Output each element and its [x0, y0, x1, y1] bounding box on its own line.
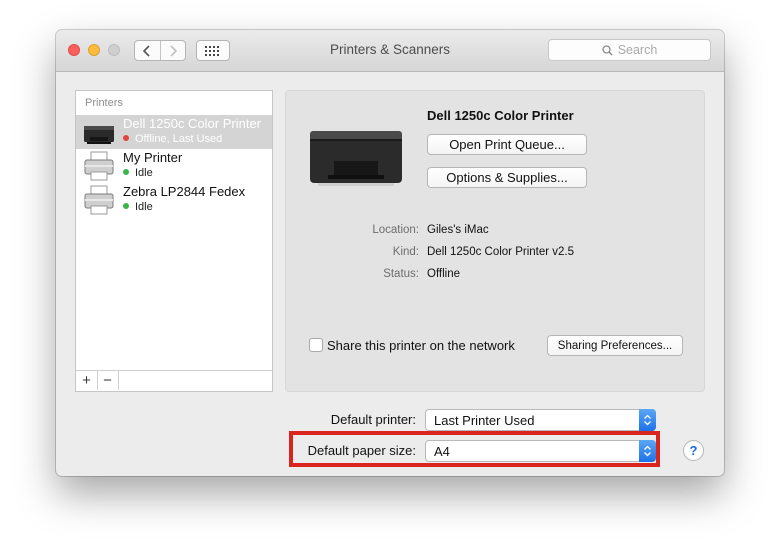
window-title: Printers & Scanners: [329, 42, 451, 57]
close-window-button[interactable]: [68, 44, 80, 56]
up-down-arrows-icon: [639, 409, 656, 431]
printer-list-header: Printers: [85, 97, 123, 109]
zoom-window-button[interactable]: [108, 44, 120, 56]
back-button[interactable]: [135, 41, 160, 60]
printer-status: Idle: [123, 201, 153, 213]
location-label: Location:: [372, 224, 419, 236]
show-all-button[interactable]: [196, 40, 230, 61]
grid-icon: [205, 45, 219, 56]
location-value: Giles's iMac: [427, 224, 489, 236]
printer-name: Dell 1250c Color Printer: [123, 116, 262, 131]
status-label: Status:: [383, 268, 419, 280]
default-printer-label: Default printer:: [330, 412, 416, 427]
search-field[interactable]: Search: [548, 39, 711, 61]
printer-status: Offline, Last Used: [123, 133, 222, 145]
printer-status-text: Idle: [135, 201, 153, 213]
remove-printer-button[interactable]: −: [97, 371, 119, 390]
inkjet-printer-icon: [84, 185, 114, 215]
printer-list-item-zebra[interactable]: Zebra LP2844 Fedex Idle: [76, 183, 272, 217]
printer-status-text: Offline, Last Used: [135, 133, 223, 145]
add-printer-button[interactable]: +: [76, 371, 98, 390]
help-button[interactable]: ?: [683, 440, 704, 461]
printers-scanners-window: Printers & Scanners Search Printers Dell…: [56, 30, 724, 476]
search-placeholder: Search: [617, 43, 658, 57]
highlight-box: [289, 431, 660, 467]
status-dot: [123, 169, 129, 175]
forward-button[interactable]: [159, 41, 186, 60]
sharing-preferences-button[interactable]: Sharing Preferences...: [547, 335, 683, 356]
title-bar: Printers & Scanners Search: [56, 30, 724, 72]
chevron-left-icon: [143, 44, 150, 57]
back-forward-group: [134, 40, 186, 61]
options-supplies-button[interactable]: Options & Supplies...: [427, 167, 587, 188]
kind-value: Dell 1250c Color Printer v2.5: [427, 246, 575, 258]
share-printer-checkbox[interactable]: [309, 338, 323, 352]
printer-name: My Printer: [123, 150, 183, 165]
printer-detail-panel: Dell 1250c Color Printer Open Print Queu…: [285, 90, 705, 392]
printer-list-item-dell[interactable]: Dell 1250c Color Printer Offline, Last U…: [76, 115, 272, 149]
laser-printer-icon: [84, 126, 114, 144]
laser-printer-image: [310, 131, 402, 186]
printer-list-item-my-printer[interactable]: My Printer Idle: [76, 149, 272, 183]
status-value: Offline: [427, 268, 461, 280]
status-dot: [123, 135, 129, 141]
printer-title: Dell 1250c Color Printer: [427, 108, 574, 123]
printer-status-text: Idle: [135, 167, 153, 179]
open-print-queue-button[interactable]: Open Print Queue...: [427, 134, 587, 155]
default-printer-popup[interactable]: Last Printer Used: [425, 409, 656, 431]
printer-status: Idle: [123, 167, 153, 179]
share-printer-label[interactable]: Share this printer on the network: [327, 338, 515, 353]
printer-list: Printers Dell 1250c Color Printer Offlin…: [75, 90, 273, 392]
chevron-right-icon: [170, 44, 177, 57]
default-printer-value: Last Printer Used: [434, 413, 535, 428]
minimize-window-button[interactable]: [88, 44, 100, 56]
printer-name: Zebra LP2844 Fedex: [123, 184, 246, 199]
printer-list-footer: + −: [76, 370, 272, 391]
kind-label: Kind:: [392, 246, 419, 258]
search-icon: [602, 44, 613, 55]
inkjet-printer-icon: [84, 151, 114, 181]
status-dot: [123, 203, 129, 209]
